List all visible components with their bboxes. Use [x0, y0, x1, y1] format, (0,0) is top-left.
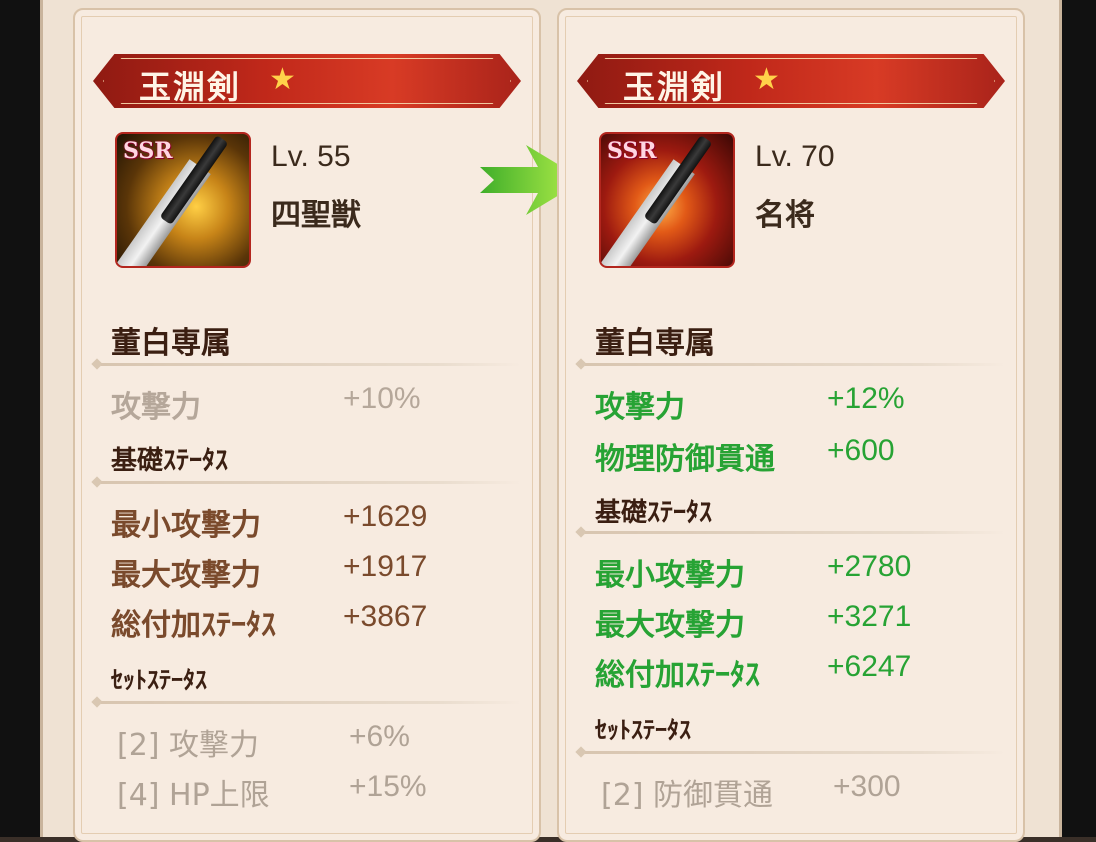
stat-row: 攻撃力 +12%	[595, 382, 905, 425]
item-title-banner: 玉淵剣 ★	[93, 54, 521, 108]
base-header: 基礎ｽﾃｰﾀｽ	[111, 446, 229, 476]
item-title-banner: 玉淵剣 ★	[577, 54, 1005, 108]
screen-edge-right	[1056, 0, 1096, 837]
divider	[575, 746, 1005, 758]
item-title: 玉淵剣	[139, 68, 242, 106]
stat-row: 攻撃力 +10%	[111, 382, 421, 425]
exclusive-header: 董白専属	[111, 326, 231, 361]
divider	[91, 696, 521, 708]
item-title: 玉淵剣	[623, 68, 726, 106]
rarity-badge: SSR	[607, 138, 657, 164]
stat-row: 最小攻撃力 +1629	[111, 500, 428, 543]
screen-edge-left	[0, 0, 40, 837]
weapon-icon[interactable]: SSR	[599, 132, 735, 268]
star-icon: ★	[269, 62, 296, 97]
weapon-icon[interactable]: SSR	[115, 132, 251, 268]
before-panel: 玉淵剣 ★ SSR Lv. 55 四聖獣 董白専属 攻撃力 +10% 基礎ｽﾃｰ…	[73, 8, 541, 842]
stat-row: 総付加ｽﾃｰﾀｽ +3867	[111, 600, 428, 643]
base-header: 基礎ｽﾃｰﾀｽ	[595, 498, 713, 528]
divider	[575, 358, 1005, 370]
stat-row: 物理防御貫通 +600	[595, 434, 895, 477]
divider	[91, 358, 521, 370]
item-rank: 四聖獣	[271, 198, 361, 233]
stat-row: 総付加ｽﾃｰﾀｽ +6247	[595, 650, 912, 693]
exclusive-header: 董白専属	[595, 326, 715, 361]
stat-row: [2] 攻撃力 +6%	[117, 720, 410, 763]
item-level: Lv. 55	[271, 140, 351, 173]
set-header: ｾｯﾄｽﾃｰﾀｽ	[595, 716, 691, 744]
stat-row: 最小攻撃力 +2780	[595, 550, 912, 593]
stat-row: 最大攻撃力 +3271	[595, 600, 912, 643]
item-level: Lv. 70	[755, 140, 835, 173]
after-panel: 玉淵剣 ★ SSR Lv. 70 名将 董白専属 攻撃力 +12% 物理防御貫通…	[557, 8, 1025, 842]
star-icon: ★	[753, 62, 780, 97]
divider	[91, 476, 521, 488]
set-header: ｾｯﾄｽﾃｰﾀｽ	[111, 666, 207, 694]
stat-row: [2] 防御貫通 +300	[601, 770, 901, 813]
rarity-badge: SSR	[123, 138, 173, 164]
stat-row: [4] HP上限 +15%	[117, 770, 427, 813]
divider	[575, 526, 1005, 538]
item-rank: 名将	[755, 198, 815, 233]
stat-row: 最大攻撃力 +1917	[111, 550, 428, 593]
